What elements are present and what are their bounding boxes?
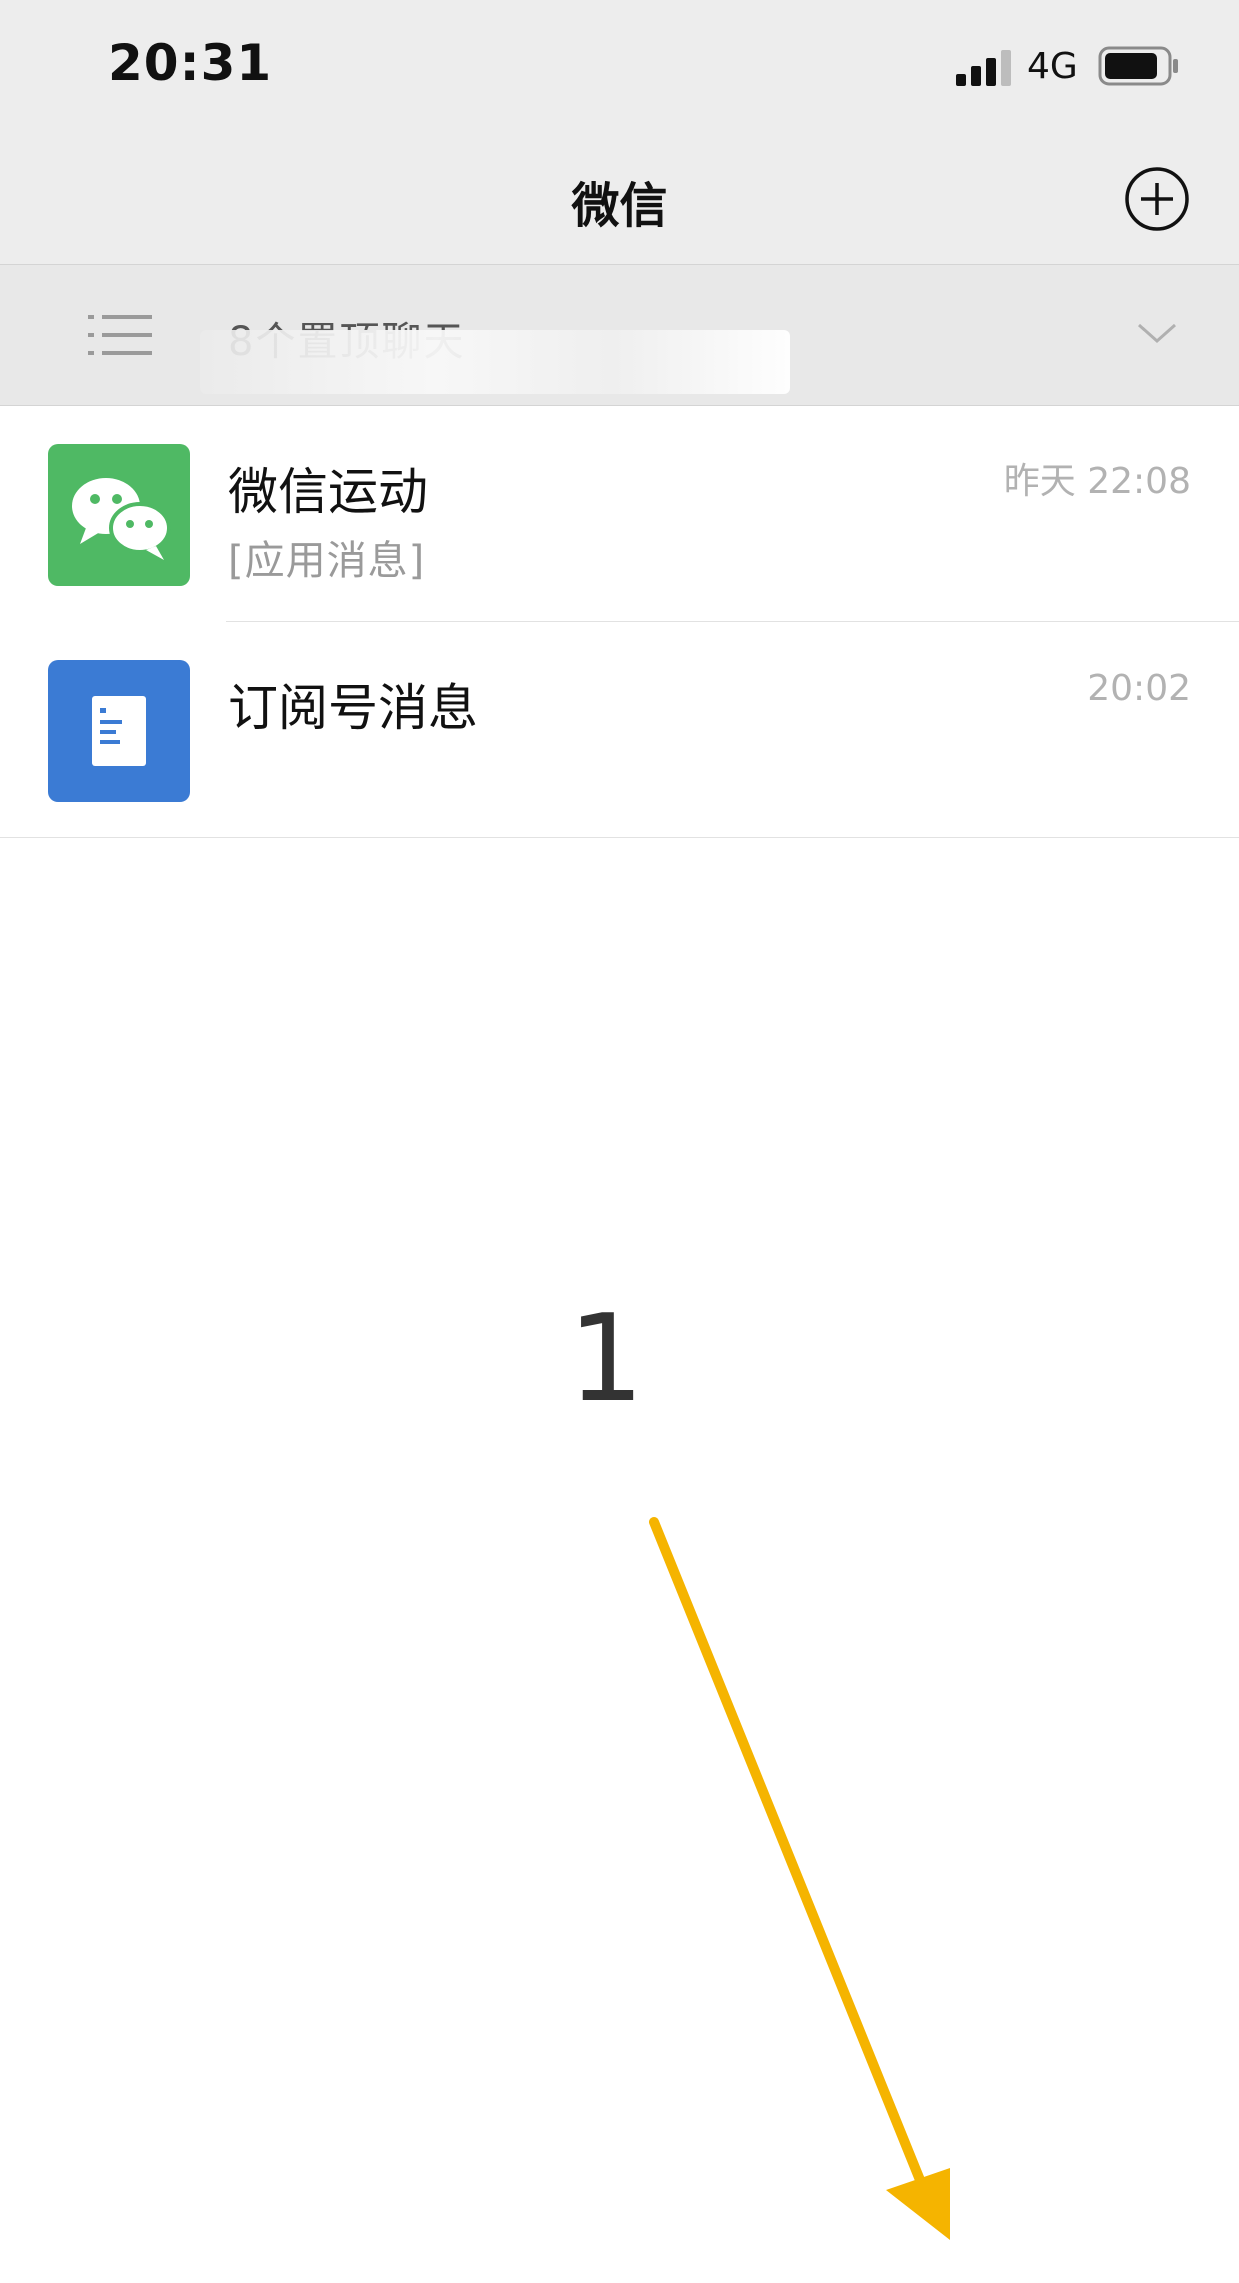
- chat-row-subscriptions[interactable]: 订阅号消息 20:02: [0, 622, 1239, 838]
- chat-name: 订阅号消息: [228, 679, 478, 737]
- document-icon: [92, 696, 146, 766]
- chat-preview: [应用消息]: [228, 538, 426, 584]
- list-icon: [88, 315, 152, 355]
- signal-icon: [956, 50, 1011, 86]
- avatar: [48, 660, 190, 802]
- chevron-down-icon: [1138, 323, 1176, 344]
- avatar: [48, 444, 190, 586]
- step-number: 1: [567, 1290, 645, 1429]
- network-label: 4G: [1027, 46, 1078, 87]
- arrow-annotation-icon: [649, 1517, 950, 2240]
- chat-name: 微信运动: [228, 463, 428, 521]
- status-bar: 20:31 4G: [0, 0, 1239, 130]
- chat-time: 20:02: [1087, 668, 1191, 709]
- chat-time: 昨天 22:08: [1003, 461, 1191, 502]
- battery-icon: [1098, 46, 1178, 86]
- plus-circle-icon[interactable]: [1124, 166, 1190, 232]
- divider: [0, 837, 1239, 838]
- redacted-preview: [200, 330, 790, 394]
- wechat-bubbles-icon: [72, 478, 171, 560]
- chat-row-wechat-sports[interactable]: 微信运动 昨天 22:08 [应用消息]: [0, 406, 1239, 622]
- page-title: 微信: [571, 178, 668, 234]
- nav-bar: 微信: [0, 130, 1239, 264]
- chat-list: 微信运动 昨天 22:08 [应用消息] 订阅号消息 20:02: [0, 406, 1239, 838]
- status-time: 20:31: [108, 34, 273, 92]
